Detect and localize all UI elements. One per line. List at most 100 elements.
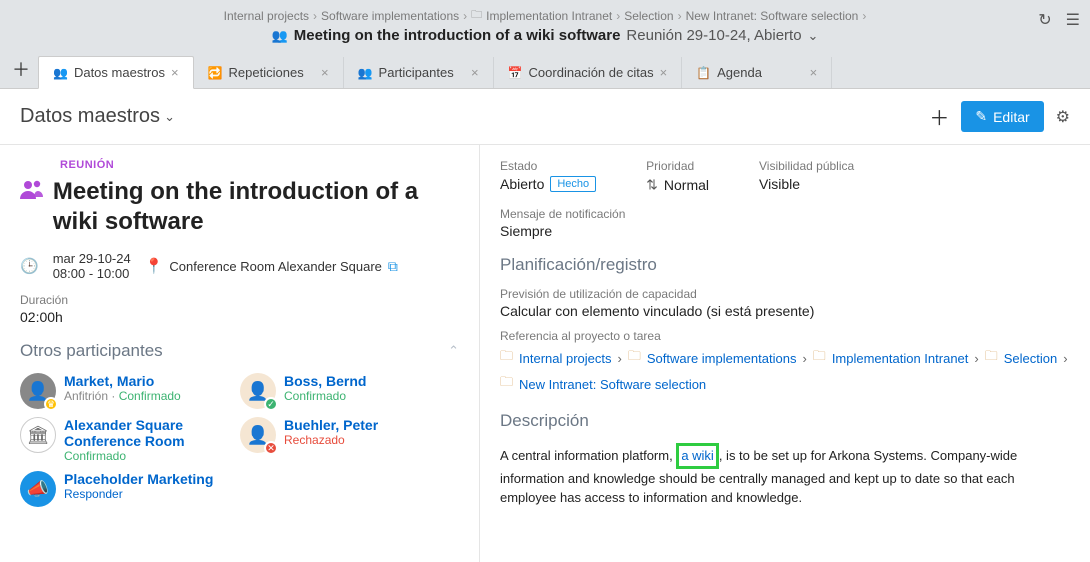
- duration-value: 02:00h: [20, 309, 459, 325]
- collapse-icon[interactable]: ⌃: [448, 343, 459, 359]
- chevron-down-icon[interactable]: ⌄: [808, 28, 819, 44]
- menu-icon[interactable]: ☰: [1066, 10, 1080, 30]
- meeting-date: mar 29-10-24: [53, 251, 131, 266]
- close-tab-icon[interactable]: ×: [660, 65, 668, 80]
- close-tab-icon[interactable]: ×: [321, 65, 329, 80]
- participant-name[interactable]: Alexander Square Conference Room: [64, 417, 230, 449]
- participant-name[interactable]: Buehler, Peter: [284, 417, 378, 433]
- descripcion-title: Descripción: [500, 411, 1070, 431]
- ref-link[interactable]: Software implementations: [647, 351, 797, 366]
- other-participants-title: Otros participantes ⌃: [20, 341, 459, 361]
- edit-icon: ✎: [975, 108, 987, 125]
- tab-label: Agenda: [717, 65, 762, 80]
- folder-icon: 🗀: [628, 347, 641, 369]
- page-title-row: 👥 Meeting on the introduction of a wiki …: [272, 27, 819, 44]
- done-button[interactable]: Hecho: [550, 176, 596, 192]
- visibilidad-value: Visible: [759, 176, 854, 192]
- left-panel: REUNIÓN Meeting on the introduction of a…: [0, 145, 480, 562]
- participant-name[interactable]: Boss, Bernd: [284, 373, 366, 389]
- participant-item: 👤♛ Market, Mario Anfitrión · Confirmado: [20, 373, 230, 409]
- ref-link[interactable]: Implementation Intranet: [832, 351, 969, 366]
- tab-participantes[interactable]: 👥 Participantes ×: [344, 57, 494, 88]
- close-tab-icon[interactable]: ×: [171, 65, 179, 80]
- refresh-icon[interactable]: ↻: [1038, 10, 1051, 30]
- participant-item: 👤✕ Buehler, Peter Rechazado: [240, 417, 450, 463]
- breadcrumb-item[interactable]: New Intranet: Software selection: [686, 9, 859, 23]
- breadcrumb-item[interactable]: Implementation Intranet: [486, 9, 612, 23]
- participant-item: 📣 Placeholder Marketing Responder: [20, 471, 230, 507]
- descripcion-text: A central information platform, a wiki, …: [500, 443, 1070, 508]
- estado-value: Abierto: [500, 176, 544, 192]
- ref-links: 🗀Internal projects› 🗀Software implementa…: [500, 347, 1070, 395]
- highlight-box: a wiki: [676, 443, 719, 469]
- folder-icon: 🗀: [813, 347, 826, 369]
- tab-repeticiones[interactable]: 🔁 Repeticiones ×: [194, 57, 344, 88]
- location-icon: 📍: [145, 257, 164, 275]
- priority-icon: ⇄: [644, 179, 661, 191]
- copy-icon[interactable]: ⧉: [388, 258, 398, 275]
- avatar[interactable]: 👤♛: [20, 373, 56, 409]
- mensaje-value: Siempre: [500, 223, 1070, 239]
- close-tab-icon[interactable]: ×: [810, 65, 818, 80]
- page-subtitle: Reunión 29-10-24, Abierto: [626, 27, 801, 44]
- meeting-icon: 👥: [272, 28, 288, 44]
- breadcrumb-item[interactable]: Selection: [624, 9, 673, 23]
- right-panel: Estado Abierto Hecho Prioridad ⇄Normal V…: [480, 145, 1090, 562]
- folder-icon: 🗀: [985, 347, 998, 369]
- ref-link[interactable]: New Intranet: Software selection: [519, 377, 706, 392]
- participants-list: 👤♛ Market, Mario Anfitrión · Confirmado …: [20, 373, 459, 507]
- avatar[interactable]: 👤✕: [240, 417, 276, 453]
- meeting-type-label: REUNIÓN: [60, 159, 459, 171]
- participant-name[interactable]: Placeholder Marketing: [64, 471, 213, 487]
- people-icon: 👥: [358, 66, 373, 80]
- chevron-down-icon: ⌄: [164, 109, 175, 125]
- participant-name[interactable]: Market, Mario: [64, 373, 181, 389]
- tab-label: Datos maestros: [74, 65, 165, 80]
- respond-link[interactable]: Responder: [64, 487, 123, 501]
- tab-label: Participantes: [379, 65, 454, 80]
- add-button[interactable]: ＋: [929, 102, 949, 131]
- add-tab-button[interactable]: ＋: [4, 50, 38, 88]
- prevision-label: Previsión de utilización de capacidad: [500, 287, 1070, 301]
- ref-link[interactable]: Internal projects: [519, 351, 612, 366]
- avatar[interactable]: 🏛: [20, 417, 56, 453]
- avatar[interactable]: 📣: [20, 471, 56, 507]
- tab-coordinacion[interactable]: 📅 Coordinación de citas ×: [494, 57, 683, 88]
- close-tab-icon[interactable]: ×: [471, 65, 479, 80]
- folder-icon: 🗀: [500, 347, 513, 369]
- repeat-icon: 🔁: [208, 66, 223, 80]
- breadcrumb-item[interactable]: Internal projects: [224, 9, 309, 23]
- estado-label: Estado: [500, 159, 596, 173]
- folder-icon: 🗀: [500, 373, 513, 395]
- ref-label: Referencia al proyecto o tarea: [500, 329, 1070, 343]
- mensaje-label: Mensaje de notificación: [500, 207, 1070, 221]
- meeting-time: 08:00 - 10:00: [53, 266, 131, 281]
- subheader-title[interactable]: Datos maestros ⌄: [20, 105, 175, 128]
- wiki-link[interactable]: a wiki: [681, 448, 714, 463]
- avatar[interactable]: 👤✓: [240, 373, 276, 409]
- calendar-icon: 📅: [508, 66, 523, 80]
- page-title: Meeting on the introduction of a wiki so…: [294, 27, 621, 44]
- breadcrumb-item[interactable]: Software implementations: [321, 9, 459, 23]
- tab-icon: 👥: [53, 66, 68, 80]
- rejected-badge-icon: ✕: [264, 441, 278, 455]
- prevision-value: Calcular con elemento vinculado (si está…: [500, 303, 1070, 319]
- prioridad-value: Normal: [664, 177, 709, 193]
- meeting-location: Conference Room Alexander Square: [169, 259, 381, 274]
- planning-title: Planificación/registro: [500, 255, 1070, 275]
- confirmed-badge-icon: ✓: [264, 397, 278, 411]
- participant-item: 👤✓ Boss, Bernd Confirmado: [240, 373, 450, 409]
- tab-label: Repeticiones: [229, 65, 304, 80]
- tab-agenda[interactable]: 📋 Agenda ×: [682, 57, 832, 88]
- settings-icon[interactable]: ⚙: [1056, 107, 1070, 127]
- ref-link[interactable]: Selection: [1004, 351, 1057, 366]
- host-badge-icon: ♛: [44, 397, 58, 411]
- edit-button[interactable]: ✎ Editar: [961, 101, 1043, 132]
- tab-datos-maestros[interactable]: 👥 Datos maestros ×: [38, 56, 194, 89]
- meeting-title: Meeting on the introduction of a wiki so…: [53, 177, 459, 237]
- clock-icon: 🕒: [20, 257, 39, 275]
- prioridad-label: Prioridad: [646, 159, 709, 173]
- tab-label: Coordinación de citas: [529, 65, 654, 80]
- meeting-icon: [20, 177, 45, 199]
- participant-item: 🏛 Alexander Square Conference Room Confi…: [20, 417, 230, 463]
